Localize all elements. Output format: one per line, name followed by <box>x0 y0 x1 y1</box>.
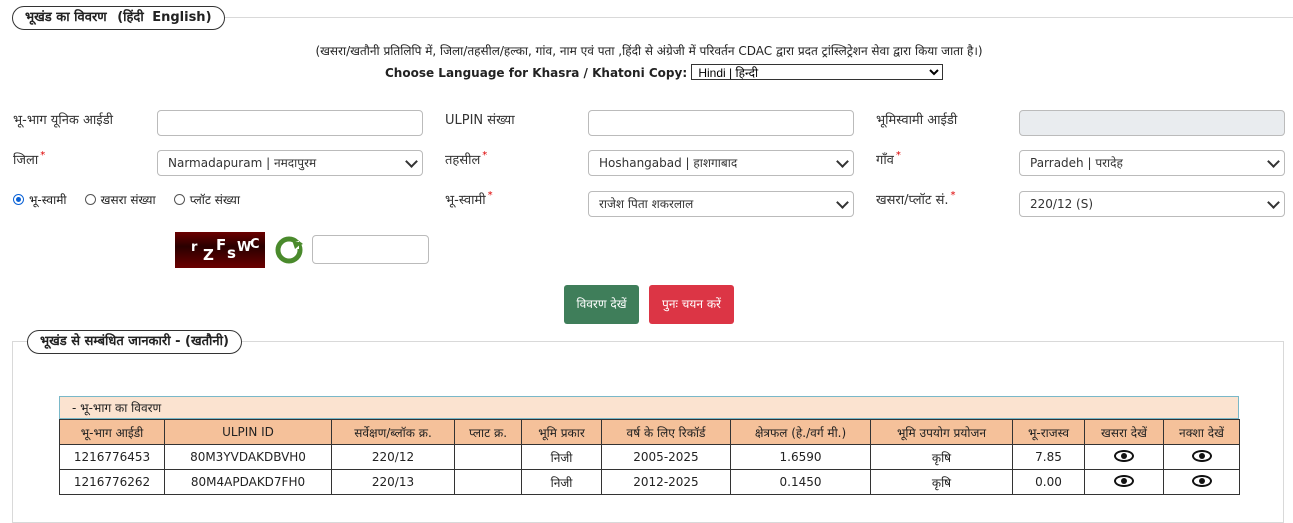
language-select[interactable]: Hindi | हिन्दी <box>691 64 944 80</box>
col-header: प्लाट क्र. <box>454 419 522 445</box>
owner-select[interactable]: राजेश पिता शकरलाल <box>588 191 854 217</box>
khasra-label: खसरा/प्लॉट सं. * <box>876 190 956 208</box>
district-select[interactable]: Narmadapuram | नमदापुरम <box>157 150 423 176</box>
tehsil-value: Hoshangabad | हाशगाबाद <box>599 156 738 170</box>
col-header: भूमि उपयोग प्रयोजन <box>870 419 1013 445</box>
col-header: ULPIN ID <box>164 419 332 445</box>
cell-land-type: निजी <box>521 444 602 470</box>
captcha-char: r <box>191 240 198 255</box>
owner-id-label: भूमिस्वामी आईडी <box>876 113 958 128</box>
legend-title: भूखंड का विवरण <box>25 10 107 25</box>
unique-id-label: भू-भाग यूनिक आईडी <box>13 113 114 128</box>
chevron-down-icon <box>1267 196 1280 209</box>
cell-record-year: 2012-2025 <box>601 469 731 495</box>
chevron-down-icon <box>836 196 849 209</box>
cell-usage: कृषि <box>870 469 1013 495</box>
radio-plot[interactable]: प्लॉट संख्या <box>173 191 240 208</box>
cell-record-year: 2005-2025 <box>601 444 731 470</box>
cell-plot <box>454 444 522 470</box>
table-caption: - भू-भाग का विवरण <box>59 396 1239 419</box>
village-label: गाँव * <box>876 150 901 168</box>
captcha-char: s <box>227 244 236 262</box>
required-mark: * <box>950 190 956 201</box>
owner-label: भू-स्वामी * <box>445 190 493 208</box>
refresh-captcha-icon[interactable] <box>273 234 305 266</box>
table-header-row: भू-भाग आईडी ULPIN ID सर्वेक्षण/ब्लॉक क्र… <box>59 419 1240 445</box>
view-map-eye-icon[interactable] <box>1191 449 1212 462</box>
land-table: भू-भाग आईडी ULPIN ID सर्वेक्षण/ब्लॉक क्र… <box>59 419 1240 495</box>
view-map-eye-icon[interactable] <box>1191 474 1212 487</box>
cell-survey: 220/12 <box>331 444 455 470</box>
col-header: वर्ष के लिए रिकॉर्ड <box>601 419 731 445</box>
radio-dot[interactable] <box>173 194 185 205</box>
required-mark: * <box>895 150 901 161</box>
view-khasra-cell <box>1084 444 1164 470</box>
view-khasra-eye-icon[interactable] <box>1114 449 1134 462</box>
khatoni-legend: भूखंड से सम्बंधित जानकारी - (खतौनी) <box>27 330 242 354</box>
cell-revenue: 7.85 <box>1012 444 1085 470</box>
cell-ulpin: 80M3YVDAKDBVH0 <box>164 444 332 470</box>
tehsil-label: तहसील * <box>445 150 488 168</box>
legend-english-option[interactable]: English) <box>152 10 211 25</box>
cell-land-type: निजी <box>521 469 602 495</box>
view-khasra-eye-icon[interactable] <box>1114 474 1134 487</box>
cell-land-id: 1216776453 <box>59 444 165 470</box>
village-value: Parradeh | परादेह <box>1030 156 1123 170</box>
reset-button[interactable]: पुनः चयन करें <box>649 285 734 324</box>
ulpin-input[interactable] <box>588 110 854 136</box>
required-mark: * <box>487 190 493 201</box>
khasra-select[interactable]: 220/12 (S) <box>1019 191 1285 217</box>
chevron-down-icon <box>836 155 849 168</box>
cell-survey: 220/13 <box>331 469 455 495</box>
cell-revenue: 0.00 <box>1012 469 1085 495</box>
radio-dot-checked[interactable] <box>13 194 24 205</box>
radio-khasra[interactable]: खसरा संख्या <box>84 191 156 208</box>
col-header: भू-भाग आईडी <box>59 419 165 445</box>
ulpin-label: ULPIN संख्या <box>445 113 515 128</box>
cell-plot <box>454 469 522 495</box>
table-row: 1216776262 80M4APDAKD7FH0 220/13 निजी 20… <box>59 469 1240 495</box>
required-mark: * <box>482 150 488 161</box>
view-map-cell <box>1163 444 1240 470</box>
legend-hindi-option[interactable]: (हिंदी <box>117 10 143 25</box>
view-khasra-cell <box>1084 469 1164 495</box>
col-header: सर्वेक्षण/ब्लॉक क्र. <box>331 419 455 445</box>
captcha-char: F <box>216 236 227 254</box>
chevron-down-icon <box>1267 155 1280 168</box>
col-header: खसरा देखें <box>1084 419 1164 445</box>
col-header: भू-राजस्व <box>1012 419 1085 445</box>
col-header: भूमि प्रकार <box>521 419 602 445</box>
district-label: जिला * <box>13 150 46 168</box>
chevron-down-icon <box>405 155 418 168</box>
khasra-value: 220/12 (S) <box>1030 197 1094 211</box>
radio-owner[interactable]: भू-स्वामी <box>13 191 67 208</box>
captcha-char: Z <box>203 246 214 264</box>
required-mark: * <box>40 150 46 161</box>
col-header: नक्शा देखें <box>1163 419 1240 445</box>
language-label: Choose Language for Khasra / Khatoni Cop… <box>385 66 688 80</box>
cell-usage: कृषि <box>870 444 1013 470</box>
language-row: Choose Language for Khasra / Khatoni Cop… <box>385 64 944 80</box>
search-type-radios: भू-स्वामी खसरा संख्या प्लॉट संख्या <box>13 191 254 209</box>
transliteration-note: (खसरा/खतौनी प्रतिलिपि में, जिला/तहसील/हल… <box>315 44 983 58</box>
unique-id-input[interactable] <box>157 110 423 136</box>
cell-land-id: 1216776262 <box>59 469 165 495</box>
radio-dot[interactable] <box>84 194 96 205</box>
cell-ulpin: 80M4APDAKD7FH0 <box>164 469 332 495</box>
captcha-image: r Z F s W C <box>175 232 265 268</box>
cell-area: 1.6590 <box>730 444 871 470</box>
owner-value: राजेश पिता शकरलाल <box>599 197 694 211</box>
view-map-cell <box>1163 469 1240 495</box>
land-details-legend: भूखंड का विवरण (हिंदी English) <box>12 6 225 30</box>
captcha-input[interactable] <box>312 235 429 264</box>
table-row: 1216776453 80M3YVDAKDBVH0 220/12 निजी 20… <box>59 444 1240 470</box>
cell-area: 0.1450 <box>730 469 871 495</box>
village-select[interactable]: Parradeh | परादेह <box>1019 150 1285 176</box>
col-header: क्षेत्रफल (हे./वर्ग मी.) <box>730 419 871 445</box>
district-value: Narmadapuram | नमदापुरम <box>168 156 317 170</box>
tehsil-select[interactable]: Hoshangabad | हाशगाबाद <box>588 150 854 176</box>
owner-id-input <box>1019 110 1285 136</box>
view-details-button[interactable]: विवरण देखें <box>564 285 639 324</box>
captcha-char: C <box>250 237 260 252</box>
